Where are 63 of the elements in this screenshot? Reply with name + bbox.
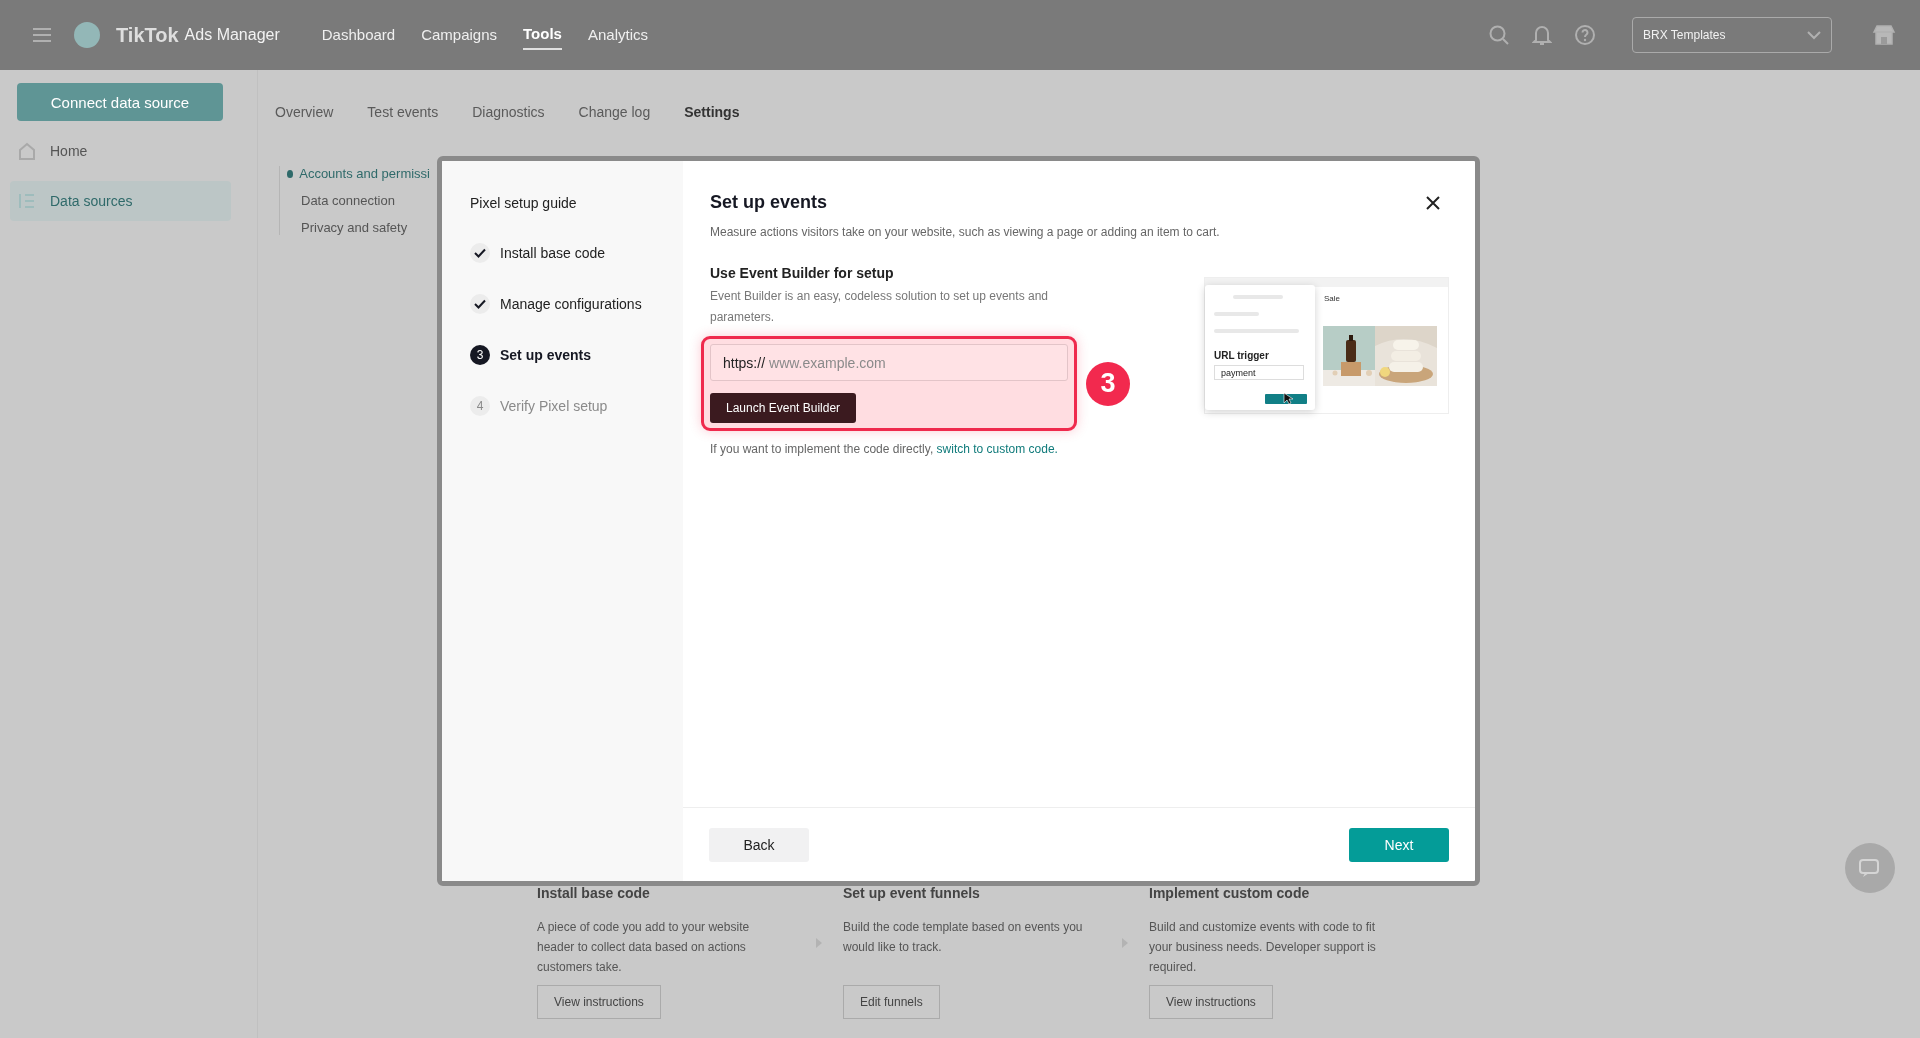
home-icon: [18, 142, 36, 160]
url-field[interactable]: https:// www.example.com: [710, 344, 1068, 381]
step-label[interactable]: Set up events: [500, 346, 592, 363]
card-button[interactable]: View instructions: [1149, 985, 1273, 1019]
tab[interactable]: Overview: [275, 104, 334, 120]
next-button[interactable]: Next: [1349, 827, 1449, 862]
caret-icon: [1807, 30, 1821, 40]
card-description: A piece of code you add to your website header to collect data based on actions customers take.: [537, 919, 751, 976]
avatar[interactable]: [74, 22, 100, 48]
card-title: Implement custom code: [1149, 885, 1311, 901]
illustration-text: Sale: [1324, 294, 1340, 303]
dialog-subtitle: Measure actions visitors take on your website, such as viewing a page or adding an item to cart.: [710, 225, 1221, 239]
list-icon: [18, 192, 36, 210]
settings-menu-item[interactable]: Data connection: [275, 193, 430, 208]
step-label[interactable]: Install base code: [500, 244, 606, 261]
logo: TikTok: [116, 23, 179, 47]
callout-number: 3: [1086, 361, 1130, 406]
connect-button[interactable]: Connect data source: [17, 83, 223, 121]
tab[interactable]: Test events: [367, 104, 439, 120]
step-number: 4: [470, 395, 490, 416]
help-icon[interactable]: [1574, 24, 1596, 46]
helper-text: If you want to implement the code directly, switch to custom code.: [710, 442, 1059, 456]
illustration-text: URL trigger: [1214, 350, 1269, 361]
dialog-title: Set up events: [710, 192, 828, 213]
card-button[interactable]: Edit funnels: [843, 985, 940, 1019]
chat-icon: [1858, 858, 1882, 878]
guide-title: Pixel setup guide: [470, 195, 578, 211]
nav-tab[interactable]: Tools: [523, 0, 562, 70]
step-label[interactable]: Verify Pixel setup: [500, 397, 608, 414]
tab[interactable]: Settings: [684, 104, 740, 120]
chat-button[interactable]: [1845, 843, 1895, 893]
menu-icon[interactable]: [32, 27, 52, 43]
illustration-text: payment: [1214, 365, 1304, 380]
settings-menu-item[interactable]: Accounts and permissi: [275, 166, 430, 181]
step-label[interactable]: Manage configurations: [500, 295, 642, 312]
card-title: Install base code: [537, 885, 651, 901]
step-number: 3: [470, 344, 490, 365]
account-dropdown[interactable]: BRX Templates: [1632, 17, 1832, 53]
search-icon[interactable]: [1488, 24, 1510, 46]
nav-tab[interactable]: Dashboard: [321, 0, 396, 70]
custom-code-link[interactable]: switch to custom code.: [936, 442, 1058, 456]
nav-tab[interactable]: Campaigns: [421, 0, 498, 70]
card-title: Set up event funnels: [843, 885, 981, 901]
section-text: Event Builder is an easy, codeless solution to set up events and parameters.: [710, 288, 1049, 326]
card-button[interactable]: View instructions: [537, 985, 661, 1019]
store-icon[interactable]: [1872, 24, 1896, 46]
back-button[interactable]: Back: [709, 827, 809, 862]
launch-button[interactable]: Launch Event Builder: [710, 393, 857, 423]
product-name: Ads Manager: [184, 26, 280, 44]
cursor-icon: [1283, 392, 1293, 405]
url-prefix: https://: [723, 354, 766, 371]
tab[interactable]: Diagnostics: [472, 104, 545, 120]
settings-menu-item[interactable]: Privacy and safety: [275, 220, 430, 235]
url-input[interactable]: www.example.com: [769, 354, 1055, 371]
tab[interactable]: Change log: [578, 104, 651, 120]
nav-tab[interactable]: Analytics: [587, 0, 648, 70]
bell-icon[interactable]: [1532, 24, 1552, 46]
sidebar-item[interactable]: Home: [10, 131, 231, 171]
section-title: Use Event Builder for setup: [710, 265, 895, 281]
card-description: Build the code template based on events you would like to track.: [843, 919, 1084, 956]
sidebar-item[interactable]: Data sources: [10, 181, 231, 221]
close-icon[interactable]: [1425, 194, 1441, 211]
card-description: Build and customize events with code to fit your business needs. Developer support is required.: [1149, 919, 1377, 976]
